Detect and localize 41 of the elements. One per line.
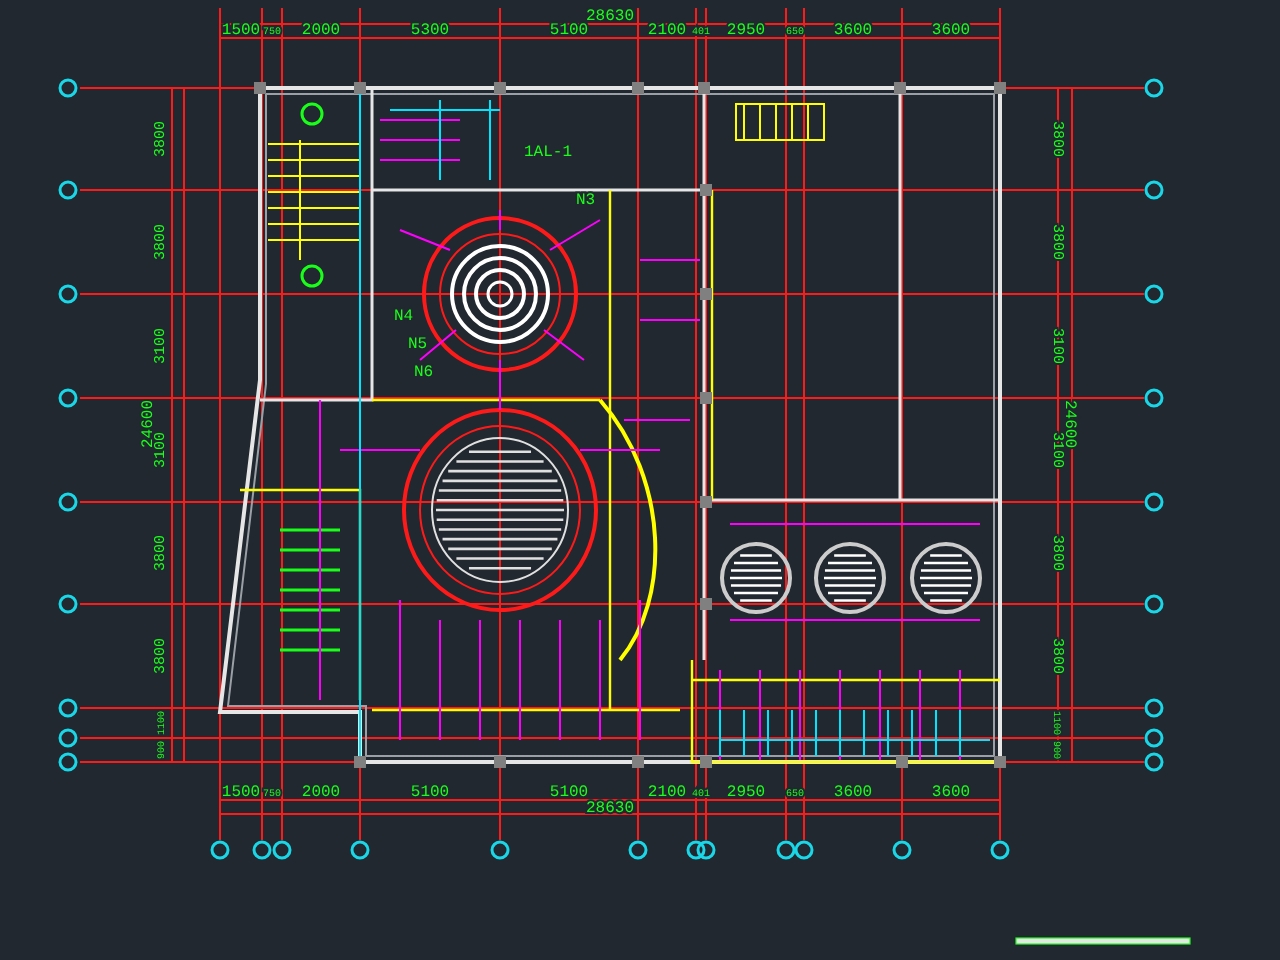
dimension-label: 5100 [549, 784, 589, 802]
dimension-label: 5300 [410, 22, 450, 40]
axis-bubble [58, 284, 78, 304]
room-label: N3 [576, 192, 596, 210]
dimension-label: 2000 [301, 22, 341, 40]
axis-bubble [1144, 180, 1164, 200]
room-label: N6 [414, 364, 434, 382]
dimension-label: 2950 [726, 784, 766, 802]
room-label: N5 [408, 336, 428, 354]
dimension-label: 2100 [647, 784, 687, 802]
axis-bubble [58, 594, 78, 614]
dimension-label: 2950 [726, 22, 766, 40]
dimension-label: 28630 [586, 800, 634, 818]
dimension-label: 3600 [833, 22, 873, 40]
axis-bubble [1144, 388, 1164, 408]
axis-bubble [892, 840, 912, 860]
room-label: 1AL-1 [524, 144, 573, 162]
axis-bubble [210, 840, 230, 860]
dimension-label: 5100 [410, 784, 450, 802]
axis-bubble [58, 492, 78, 512]
axis-bubble [58, 78, 78, 98]
dimension-label: 3600 [931, 784, 971, 802]
axis-bubble [1144, 492, 1164, 512]
axis-bubble [1144, 594, 1164, 614]
axis-bubble [1144, 78, 1164, 98]
dimension-label: 2000 [301, 784, 341, 802]
room-label: N4 [394, 308, 414, 326]
dimension-label: 1500 [221, 22, 261, 40]
axis-bubble [628, 840, 648, 860]
axis-bubble [350, 840, 370, 860]
dimension-label: 3600 [931, 22, 971, 40]
dimension-label: 1500 [221, 784, 261, 802]
axis-bubble [990, 840, 1010, 860]
axis-bubble [58, 180, 78, 200]
dimension-label: 3600 [833, 784, 873, 802]
dimension-label: 2100 [647, 22, 687, 40]
dimension-label: 28630 [586, 8, 634, 26]
axis-bubble [1144, 284, 1164, 304]
axis-bubble [490, 840, 510, 860]
dimension-label: 5100 [549, 22, 589, 40]
axis-bubble [58, 388, 78, 408]
